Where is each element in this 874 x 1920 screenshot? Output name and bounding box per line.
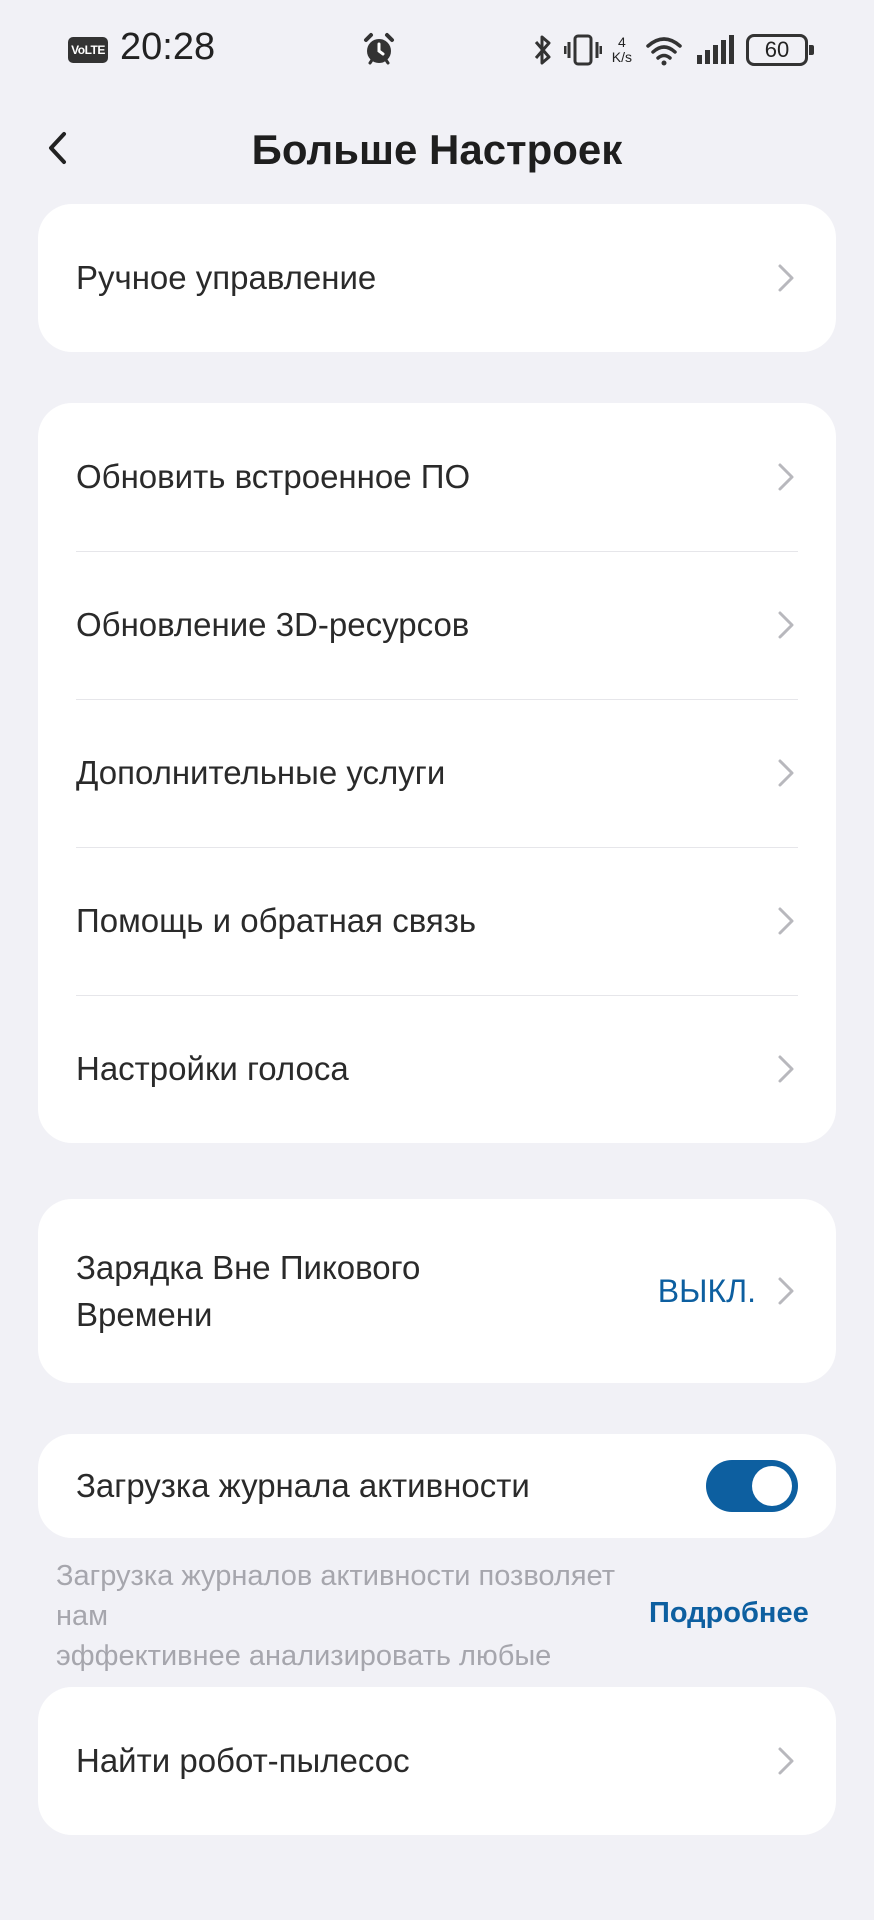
chevron-right-icon bbox=[778, 1277, 794, 1305]
offpeak-status-value: ВЫКЛ. bbox=[657, 1272, 756, 1309]
note-line2: эффективнее анализировать любые bbox=[56, 1640, 552, 1672]
card-offpeak-charging: Зарядка Вне Пикового Времени ВЫКЛ. bbox=[38, 1199, 836, 1383]
row-firmware-update[interactable]: Обновить встроенное ПО bbox=[38, 403, 836, 551]
card-main-settings: Обновить встроенное ПО Обновление 3D-рес… bbox=[38, 403, 836, 1143]
row-help-feedback[interactable]: Помощь и обратная связь bbox=[38, 847, 836, 995]
activity-log-toggle[interactable] bbox=[706, 1460, 798, 1512]
note-line1: Загрузка журналов активности позволяет н… bbox=[56, 1560, 616, 1632]
net-speed-unit: K/s bbox=[611, 49, 632, 65]
battery-icon: 60 bbox=[746, 34, 814, 66]
row-label: Обновление 3D-ресурсов bbox=[76, 606, 470, 643]
card-manual-control: Ручное управление bbox=[38, 204, 836, 352]
row-label-line1: Зарядка Вне Пикового bbox=[76, 1249, 421, 1286]
chevron-right-icon bbox=[778, 463, 794, 491]
signal-icon bbox=[697, 35, 734, 64]
row-activity-log: Загрузка журнала активности bbox=[38, 1434, 836, 1538]
row-offpeak-charging[interactable]: Зарядка Вне Пикового Времени ВЫКЛ. bbox=[38, 1199, 836, 1383]
activity-log-note: Загрузка журналов активности позволяет н… bbox=[56, 1556, 616, 1676]
row-label: Помощь и обратная связь bbox=[76, 902, 477, 939]
row-3d-resources-update[interactable]: Обновление 3D-ресурсов bbox=[38, 551, 836, 699]
row-label-line2: Времени bbox=[76, 1296, 213, 1333]
toggle-knob bbox=[752, 1466, 792, 1506]
chevron-right-icon bbox=[778, 264, 794, 292]
bluetooth-icon bbox=[534, 35, 551, 65]
header: Больше Настроек bbox=[0, 100, 874, 200]
row-find-robot[interactable]: Найти робот-пылесос bbox=[38, 1687, 836, 1835]
chevron-right-icon bbox=[778, 759, 794, 787]
chevron-right-icon bbox=[778, 611, 794, 639]
net-speed: 4 K/s bbox=[612, 35, 632, 65]
volte-icon: VoLTE bbox=[68, 37, 108, 63]
offpeak-value-wrap: ВЫКЛ. bbox=[658, 1271, 798, 1311]
wifi-icon bbox=[646, 37, 682, 66]
card-find-robot: Найти робот-пылесос bbox=[38, 1687, 836, 1835]
row-label: Ручное управление bbox=[76, 259, 377, 296]
status-time: 20:28 bbox=[120, 26, 216, 68]
screen: VoLTE 20:28 4 K/s 60 Больше Настроек Руч… bbox=[0, 0, 874, 1920]
chevron-right-icon bbox=[778, 1747, 794, 1775]
row-additional-services[interactable]: Дополнительные услуги bbox=[38, 699, 836, 847]
row-label: Дополнительные услуги bbox=[76, 754, 446, 791]
net-speed-value: 4 bbox=[617, 34, 626, 50]
card-activity-log: Загрузка журнала активности bbox=[38, 1434, 836, 1538]
row-label: Настройки голоса bbox=[76, 1050, 349, 1087]
alarm-icon bbox=[364, 33, 394, 65]
row-label: Зарядка Вне Пикового Времени bbox=[76, 1244, 420, 1338]
row-label: Загрузка журнала активности bbox=[76, 1467, 530, 1504]
status-icons: 4 K/s 60 bbox=[532, 28, 814, 72]
row-label: Найти робот-пылесос bbox=[76, 1742, 410, 1779]
vibrate-icon bbox=[563, 34, 602, 66]
row-label: Обновить встроенное ПО bbox=[76, 458, 471, 495]
row-voice-settings[interactable]: Настройки голоса bbox=[38, 995, 836, 1143]
status-bar: VoLTE 20:28 4 K/s 60 bbox=[0, 0, 874, 100]
row-manual-control[interactable]: Ручное управление bbox=[38, 204, 836, 352]
chevron-right-icon bbox=[778, 907, 794, 935]
page-title: Больше Настроек bbox=[251, 126, 623, 173]
more-info-link[interactable]: Подробнее bbox=[649, 1597, 809, 1630]
chevron-right-icon bbox=[778, 1055, 794, 1083]
